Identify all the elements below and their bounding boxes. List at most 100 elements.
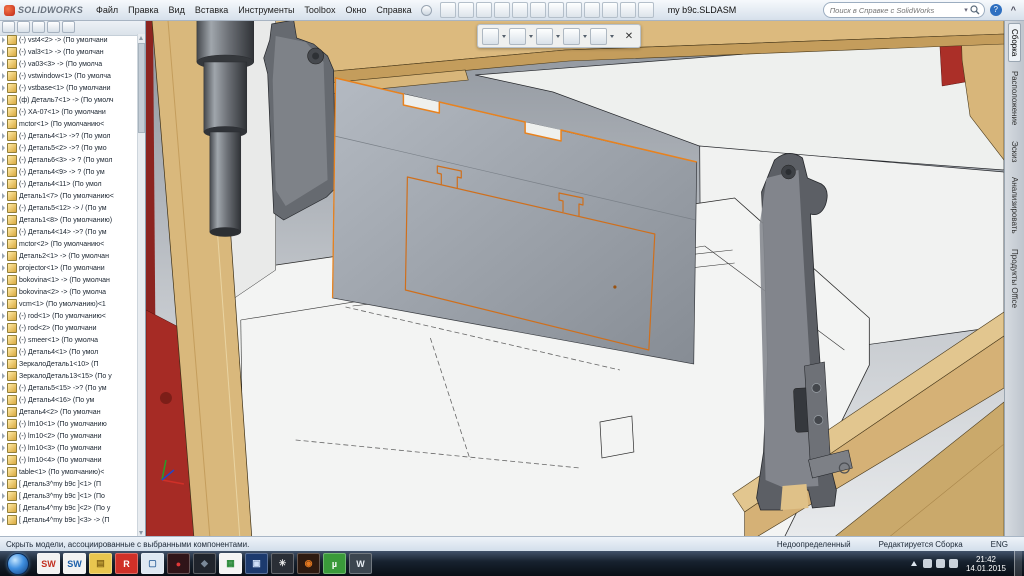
tree-item[interactable]: [ Деталь4^my b9c ]<2> (По у xyxy=(0,502,138,514)
language-indicator[interactable]: ENG xyxy=(991,540,1008,549)
tree-item[interactable]: (-) smeer<1> (По умолча xyxy=(0,334,138,346)
insert-component-icon[interactable] xyxy=(482,28,499,45)
expand-arrow-icon[interactable] xyxy=(2,373,5,379)
expand-arrow-icon[interactable] xyxy=(2,457,5,463)
app-orange-icon[interactable]: ◉ xyxy=(297,553,320,574)
tree-item[interactable]: (-) Деталь6<3> -> ? (По умол xyxy=(0,154,138,166)
tree-item[interactable]: (-) va03<3> -> (По умолча xyxy=(0,58,138,70)
tree-item[interactable]: Деталь1<8> (По умолчанию) xyxy=(0,214,138,226)
redo-icon[interactable] xyxy=(530,2,546,18)
tree-item[interactable]: (-) Деталь4<16> (По ум xyxy=(0,394,138,406)
displaymanager-tab[interactable] xyxy=(62,21,75,33)
tray-shield-icon[interactable] xyxy=(949,559,958,568)
dropdown-chevron-icon[interactable] xyxy=(502,35,506,38)
app-utorrent-icon[interactable]: µ xyxy=(323,553,346,574)
viewport-3d[interactable]: ✕ xyxy=(146,20,1004,537)
new-document-icon[interactable] xyxy=(440,2,456,18)
app-r-icon[interactable]: R xyxy=(115,553,138,574)
show-desktop-button[interactable] xyxy=(1014,551,1022,576)
app-grid-icon[interactable]: ▦ xyxy=(219,553,242,574)
app-dark-icon[interactable]: ◆ xyxy=(193,553,216,574)
tree-item[interactable]: [ Деталь3^my b9c ]<1> (По xyxy=(0,490,138,502)
command-tab-1[interactable]: Расположение xyxy=(1008,65,1021,131)
command-tab-0[interactable]: Сборка xyxy=(1008,23,1021,62)
tree-item[interactable]: (-) XA-07<1> (По умолчани xyxy=(0,106,138,118)
app-media-red-icon[interactable]: ● xyxy=(167,553,190,574)
expand-arrow-icon[interactable] xyxy=(2,505,5,511)
tree-item[interactable]: vcm<1> (По умолчанию)<1 xyxy=(0,298,138,310)
close-toolbar-icon[interactable]: ✕ xyxy=(622,31,636,42)
expand-arrow-icon[interactable] xyxy=(2,241,5,247)
tree-item[interactable]: (-) Деталь5<15> ->? (По ум xyxy=(0,382,138,394)
tree-item[interactable]: ЗеркалоДеталь13<15> (По у xyxy=(0,370,138,382)
tree-item[interactable]: (-) lm10<1> (По умолчанию xyxy=(0,418,138,430)
expand-arrow-icon[interactable] xyxy=(2,121,5,127)
expand-arrow-icon[interactable] xyxy=(2,253,5,259)
expand-arrow-icon[interactable] xyxy=(2,109,5,115)
tree-item[interactable]: (ф) Деталь7<1> -> (По умолч xyxy=(0,94,138,106)
tree-item[interactable]: (-) lm10<2> (По умолчани xyxy=(0,430,138,442)
expand-arrow-icon[interactable] xyxy=(2,145,5,151)
mate-icon[interactable] xyxy=(509,28,526,45)
tree-item[interactable]: [ Деталь4^my b9c ]<3> -> (П xyxy=(0,514,138,526)
expand-arrow-icon[interactable] xyxy=(2,205,5,211)
expand-arrow-icon[interactable] xyxy=(2,325,5,331)
tree-item[interactable]: (-) Деталь5<12> -> / (По ум xyxy=(0,202,138,214)
tree-scrollbar[interactable] xyxy=(137,34,145,537)
featuremanager-tab[interactable] xyxy=(2,21,15,33)
expand-arrow-icon[interactable] xyxy=(2,445,5,451)
tree-item[interactable]: (-) vstbase<1> (По умолчани xyxy=(0,82,138,94)
section-view-icon[interactable] xyxy=(584,2,600,18)
expand-arrow-icon[interactable] xyxy=(2,409,5,415)
tree-item[interactable]: bokovina<2> -> (По умолча xyxy=(0,286,138,298)
scrollbar-thumb[interactable] xyxy=(138,43,145,133)
expand-arrow-icon[interactable] xyxy=(2,73,5,79)
configurationmanager-tab[interactable] xyxy=(32,21,45,33)
tree-item[interactable]: (-) lm10<3> (По умолчани xyxy=(0,442,138,454)
expand-arrow-icon[interactable] xyxy=(2,157,5,163)
tree-item[interactable]: Деталь2<1> -> (По умолчан xyxy=(0,250,138,262)
open-document-icon[interactable] xyxy=(458,2,474,18)
save-document-icon[interactable] xyxy=(476,2,492,18)
expand-arrow-icon[interactable] xyxy=(2,85,5,91)
command-tab-3[interactable]: Анализировать xyxy=(1008,171,1021,240)
app-solidworks-icon[interactable]: SW xyxy=(63,553,86,574)
search-input[interactable] xyxy=(828,5,962,16)
tree-item[interactable]: (-) Деталь4<9> -> ? (По ум xyxy=(0,166,138,178)
tray-network-icon[interactable] xyxy=(936,559,945,568)
hand-tool-icon[interactable]: ✳ xyxy=(271,553,294,574)
expand-arrow-icon[interactable] xyxy=(2,301,5,307)
expand-arrow-icon[interactable] xyxy=(2,397,5,403)
expand-arrow-icon[interactable] xyxy=(2,61,5,67)
tree-item[interactable]: (-) Деталь4<1> (По умол xyxy=(0,346,138,358)
dropdown-chevron-icon[interactable] xyxy=(556,35,560,38)
menu-item-7[interactable]: Справка xyxy=(371,3,416,17)
app-folder-icon[interactable]: ▤ xyxy=(89,553,112,574)
menu-item-5[interactable]: Toolbox xyxy=(299,3,340,17)
expand-arrow-icon[interactable] xyxy=(2,37,5,43)
tray-volume-icon[interactable] xyxy=(923,559,932,568)
tray-expand-icon[interactable] xyxy=(911,561,917,566)
dropdown-chevron-icon[interactable] xyxy=(583,35,587,38)
expand-arrow-icon[interactable] xyxy=(2,133,5,139)
app-solidworks-doc-icon[interactable]: SW xyxy=(37,553,60,574)
menu-item-2[interactable]: Вид xyxy=(164,3,190,17)
expand-arrow-icon[interactable] xyxy=(2,313,5,319)
menu-item-0[interactable]: Файл xyxy=(91,3,123,17)
search-dropdown-chevron-icon[interactable]: ▾ xyxy=(964,6,968,14)
command-tab-4[interactable]: Продукты Office xyxy=(1008,243,1021,314)
menu-item-6[interactable]: Окно xyxy=(340,3,371,17)
tree-item[interactable]: (-) Деталь4<14> ->? (По ум xyxy=(0,226,138,238)
tree-item[interactable]: mctor<2> (По умолчанию< xyxy=(0,238,138,250)
propertymanager-tab[interactable] xyxy=(17,21,30,33)
expand-arrow-icon[interactable] xyxy=(2,97,5,103)
tree-item[interactable]: [ Деталь3^my b9c ]<1> (П xyxy=(0,478,138,490)
edit-color-icon[interactable] xyxy=(566,2,582,18)
start-button[interactable] xyxy=(7,553,29,575)
expand-arrow-icon[interactable] xyxy=(2,229,5,235)
dropdown-chevron-icon[interactable] xyxy=(610,35,614,38)
options-icon[interactable] xyxy=(638,2,654,18)
dimxpert-tab[interactable] xyxy=(47,21,60,33)
expand-arrow-icon[interactable] xyxy=(2,361,5,367)
pin-icon[interactable] xyxy=(421,5,432,16)
